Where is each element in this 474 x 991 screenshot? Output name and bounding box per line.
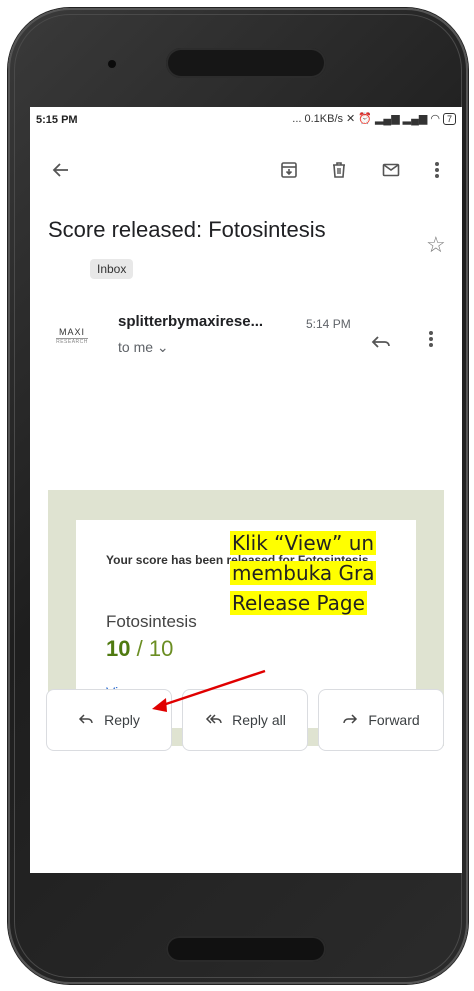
annotation-line-2: membuka Gra (230, 561, 377, 585)
sender-time: 5:14 PM (306, 317, 351, 331)
forward-label: Forward (368, 712, 420, 728)
inbox-label[interactable]: Inbox (90, 259, 134, 279)
recipient-details[interactable]: to me ⌄ (118, 339, 169, 356)
score-value: 10 / 10 (106, 636, 173, 662)
score-number: 10 (106, 636, 131, 661)
email-subject: Score released: Fotosintesis (48, 217, 326, 242)
status-icons: ... 0.1KB/s ✕ ⏰ ▂▄▆ ▂▄▆ ◠ 7 (292, 112, 456, 125)
email-toolbar (30, 145, 462, 195)
phone-screen: 5:15 PM ... 0.1KB/s ✕ ⏰ ▂▄▆ ▂▄▆ ◠ 7 Scor… (30, 107, 462, 873)
assignment-title: Fotosintesis (106, 612, 197, 631)
recipient-text: to me (118, 339, 154, 355)
home-bar[interactable] (166, 936, 326, 962)
reply-button[interactable]: Reply (46, 689, 172, 751)
reply-icon[interactable] (368, 329, 394, 355)
battery-icon: 7 (442, 112, 456, 125)
reply-all-icon (206, 714, 222, 724)
score-total: / 10 (136, 636, 174, 661)
trash-icon[interactable] (324, 155, 354, 185)
earpiece-speaker (166, 48, 326, 78)
sender-name[interactable]: splitterbymaxirese... (118, 313, 263, 330)
network-speed: ... 0.1KB/s (292, 112, 344, 125)
mail-icon[interactable] (376, 155, 406, 185)
annotation-line-1: Klik “View” un (230, 531, 377, 555)
status-bar: 5:15 PM ... 0.1KB/s ✕ ⏰ ▂▄▆ ▂▄▆ ◠ 7 (30, 107, 462, 133)
reply-all-label: Reply all (232, 712, 286, 728)
mute-icon: ✕ (346, 113, 356, 125)
back-arrow-icon[interactable] (46, 155, 76, 185)
archive-icon[interactable] (274, 155, 304, 185)
front-camera (108, 60, 116, 68)
forward-button[interactable]: Forward (318, 689, 444, 751)
more-vertical-icon[interactable] (422, 155, 452, 185)
sender-avatar: MAXI RESEARCH (50, 327, 94, 347)
tutorial-annotation: Klik “View” un membuka Gra Release Page (230, 528, 474, 618)
alarm-icon: ⏰ (358, 113, 372, 125)
signal-icon: ▂▄▆ (374, 113, 400, 125)
sender-row: MAXI RESEARCH splitterbymaxirese... 5:14… (30, 305, 462, 375)
reply-all-button[interactable]: Reply all (182, 689, 308, 751)
status-time: 5:15 PM (36, 114, 78, 126)
chevron-down-icon: ⌄ (156, 339, 169, 355)
message-more-icon[interactable] (428, 329, 444, 355)
wifi-icon: ◠ (430, 113, 440, 125)
annotation-line-3: Release Page (230, 591, 367, 615)
avatar-text: MAXI (58, 327, 85, 337)
reply-arrow-icon (79, 714, 93, 724)
star-icon[interactable]: ☆ (426, 232, 446, 258)
signal2-icon: ▂▄▆ (402, 113, 428, 125)
avatar-subtext: RESEARCH (56, 338, 88, 345)
reply-label: Reply (104, 712, 140, 728)
action-row: Reply Reply all Forward (46, 689, 462, 751)
forward-arrow-icon (343, 714, 358, 724)
